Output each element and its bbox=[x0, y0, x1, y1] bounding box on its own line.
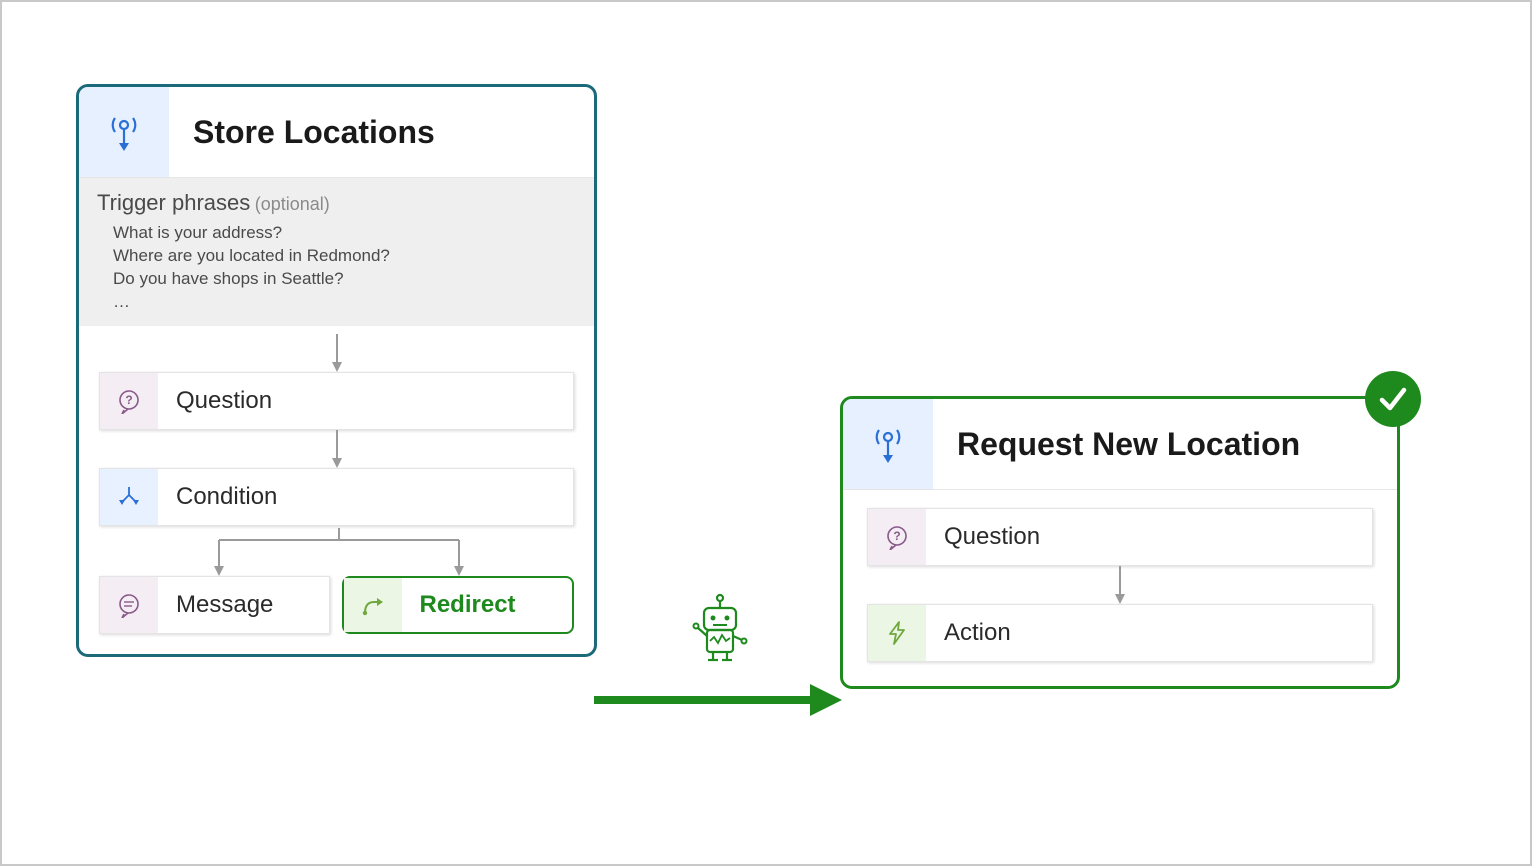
trigger-phrase: … bbox=[113, 291, 576, 314]
topic-header: Request New Location bbox=[843, 399, 1397, 490]
question-bubble-icon: ? bbox=[100, 373, 158, 429]
checkmark-icon bbox=[1376, 382, 1410, 416]
svg-text:?: ? bbox=[893, 529, 900, 543]
topic-icon bbox=[843, 399, 933, 489]
branch-row: Message Redirect bbox=[99, 576, 574, 634]
svg-text:?: ? bbox=[125, 393, 132, 407]
redirect-node[interactable]: Redirect bbox=[342, 576, 575, 634]
connector-arrow bbox=[99, 430, 574, 468]
message-node-label: Message bbox=[158, 577, 273, 633]
action-node[interactable]: Action bbox=[867, 604, 1373, 662]
trigger-phrases-list: What is your address? Where are you loca… bbox=[97, 216, 576, 314]
broadcast-icon bbox=[108, 113, 140, 151]
route-arrow-icon bbox=[344, 578, 402, 632]
topic-card-store-locations: Store Locations Trigger phrases (optiona… bbox=[76, 84, 597, 657]
redirect-node-label: Redirect bbox=[402, 578, 516, 632]
broadcast-icon bbox=[872, 425, 904, 463]
trigger-phrases-label: Trigger phrases bbox=[97, 190, 250, 215]
branch-icon bbox=[100, 469, 158, 525]
flow-body: ? Question Action bbox=[843, 490, 1397, 686]
question-node[interactable]: ? Question bbox=[867, 508, 1373, 566]
question-node-label: Question bbox=[158, 373, 272, 429]
question-node-label: Question bbox=[926, 509, 1040, 565]
flow-body: ? Question Condition bbox=[79, 326, 594, 654]
chat-bubble-icon bbox=[100, 577, 158, 633]
success-badge bbox=[1365, 371, 1421, 427]
question-node[interactable]: ? Question bbox=[99, 372, 574, 430]
redirect-arrow bbox=[594, 680, 842, 720]
topic-header: Store Locations bbox=[79, 87, 594, 178]
branch-connector bbox=[99, 528, 574, 576]
connector-arrow bbox=[867, 566, 1373, 604]
lightning-icon bbox=[868, 605, 926, 661]
condition-node-label: Condition bbox=[158, 469, 277, 525]
diagram-canvas: Store Locations Trigger phrases (optiona… bbox=[2, 2, 1530, 864]
action-node-label: Action bbox=[926, 605, 1011, 661]
connector-arrow bbox=[99, 334, 574, 372]
trigger-phrases-section[interactable]: Trigger phrases (optional) What is your … bbox=[79, 178, 594, 326]
topic-card-request-new-location: Request New Location ? Question Action bbox=[840, 396, 1400, 689]
robot-icon bbox=[680, 590, 760, 670]
condition-node[interactable]: Condition bbox=[99, 468, 574, 526]
trigger-phrase: Do you have shops in Seattle? bbox=[113, 268, 576, 291]
trigger-phrase: Where are you located in Redmond? bbox=[113, 245, 576, 268]
trigger-optional-label: (optional) bbox=[255, 194, 330, 214]
trigger-phrase: What is your address? bbox=[113, 222, 576, 245]
topic-title: Store Locations bbox=[169, 114, 435, 151]
question-bubble-icon: ? bbox=[868, 509, 926, 565]
message-node[interactable]: Message bbox=[99, 576, 330, 634]
topic-title: Request New Location bbox=[933, 426, 1300, 463]
topic-icon bbox=[79, 87, 169, 177]
